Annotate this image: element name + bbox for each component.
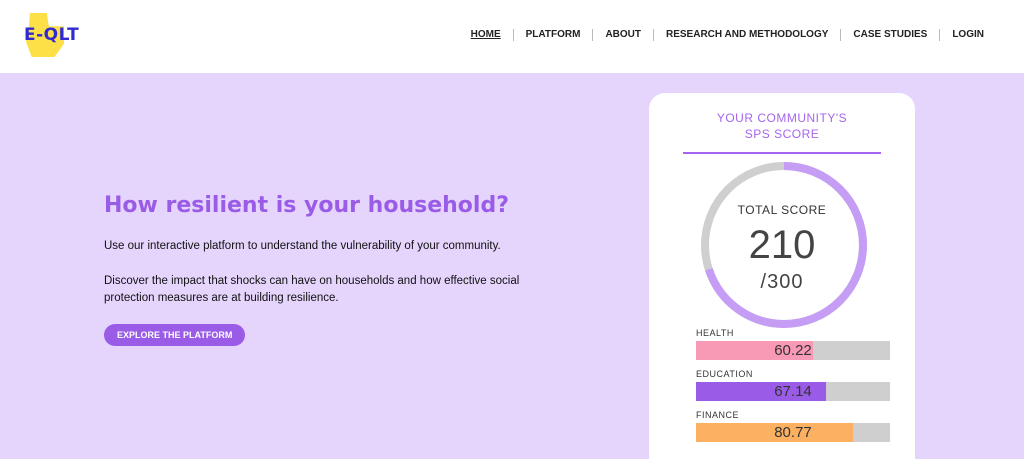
total-score-max: /300 bbox=[760, 271, 804, 293]
education-label: EDUCATION bbox=[696, 369, 753, 379]
hero-paragraph-1: Use our interactive platform to understa… bbox=[104, 240, 501, 252]
finance-value: 80.77 bbox=[774, 424, 812, 441]
title-divider bbox=[683, 152, 881, 154]
score-card-title-line-2: SPS SCORE bbox=[744, 127, 820, 141]
hero-title: How resilient is your household? bbox=[104, 193, 509, 218]
nav-login[interactable]: LOGIN bbox=[940, 29, 984, 41]
total-score-label: TOTAL SCORE bbox=[737, 203, 827, 217]
nav-home[interactable]: HOME bbox=[459, 29, 514, 41]
score-card-title-line-1: YOUR COMMUNITY'S bbox=[716, 111, 848, 125]
main-nav: HOME PLATFORM ABOUT RESEARCH AND METHODO… bbox=[459, 29, 984, 41]
education-value: 67.14 bbox=[774, 383, 812, 400]
nav-case-studies[interactable]: CASE STUDIES bbox=[841, 29, 941, 41]
explore-platform-button[interactable]: EXPLORE THE PLATFORM bbox=[104, 324, 246, 346]
score-card-title: YOUR COMMUNITY'S SPS SCORE bbox=[649, 110, 915, 142]
total-score-value: 210 bbox=[748, 223, 816, 267]
logo-text: E-QLT bbox=[24, 25, 80, 45]
nav-platform[interactable]: PLATFORM bbox=[514, 29, 594, 41]
site-header: E-QLT HOME PLATFORM ABOUT RESEARCH AND M… bbox=[0, 0, 1024, 73]
logo[interactable]: E-QLT bbox=[24, 13, 80, 57]
hero-paragraph-2: Discover the impact that shocks can have… bbox=[104, 275, 520, 304]
education-bar: 67.14 bbox=[696, 382, 890, 401]
health-label: HEALTH bbox=[696, 328, 734, 338]
finance-label: FINANCE bbox=[696, 410, 740, 420]
sps-score-card: YOUR COMMUNITY'S SPS SCORE TOTAL SCORE 2… bbox=[649, 93, 915, 459]
health-value: 60.22 bbox=[774, 342, 812, 359]
health-bar: 60.22 bbox=[696, 341, 890, 360]
nav-research-methodology[interactable]: RESEARCH AND METHODOLOGY bbox=[654, 29, 842, 41]
finance-bar: 80.77 bbox=[696, 423, 890, 442]
nav-about[interactable]: ABOUT bbox=[593, 29, 654, 41]
